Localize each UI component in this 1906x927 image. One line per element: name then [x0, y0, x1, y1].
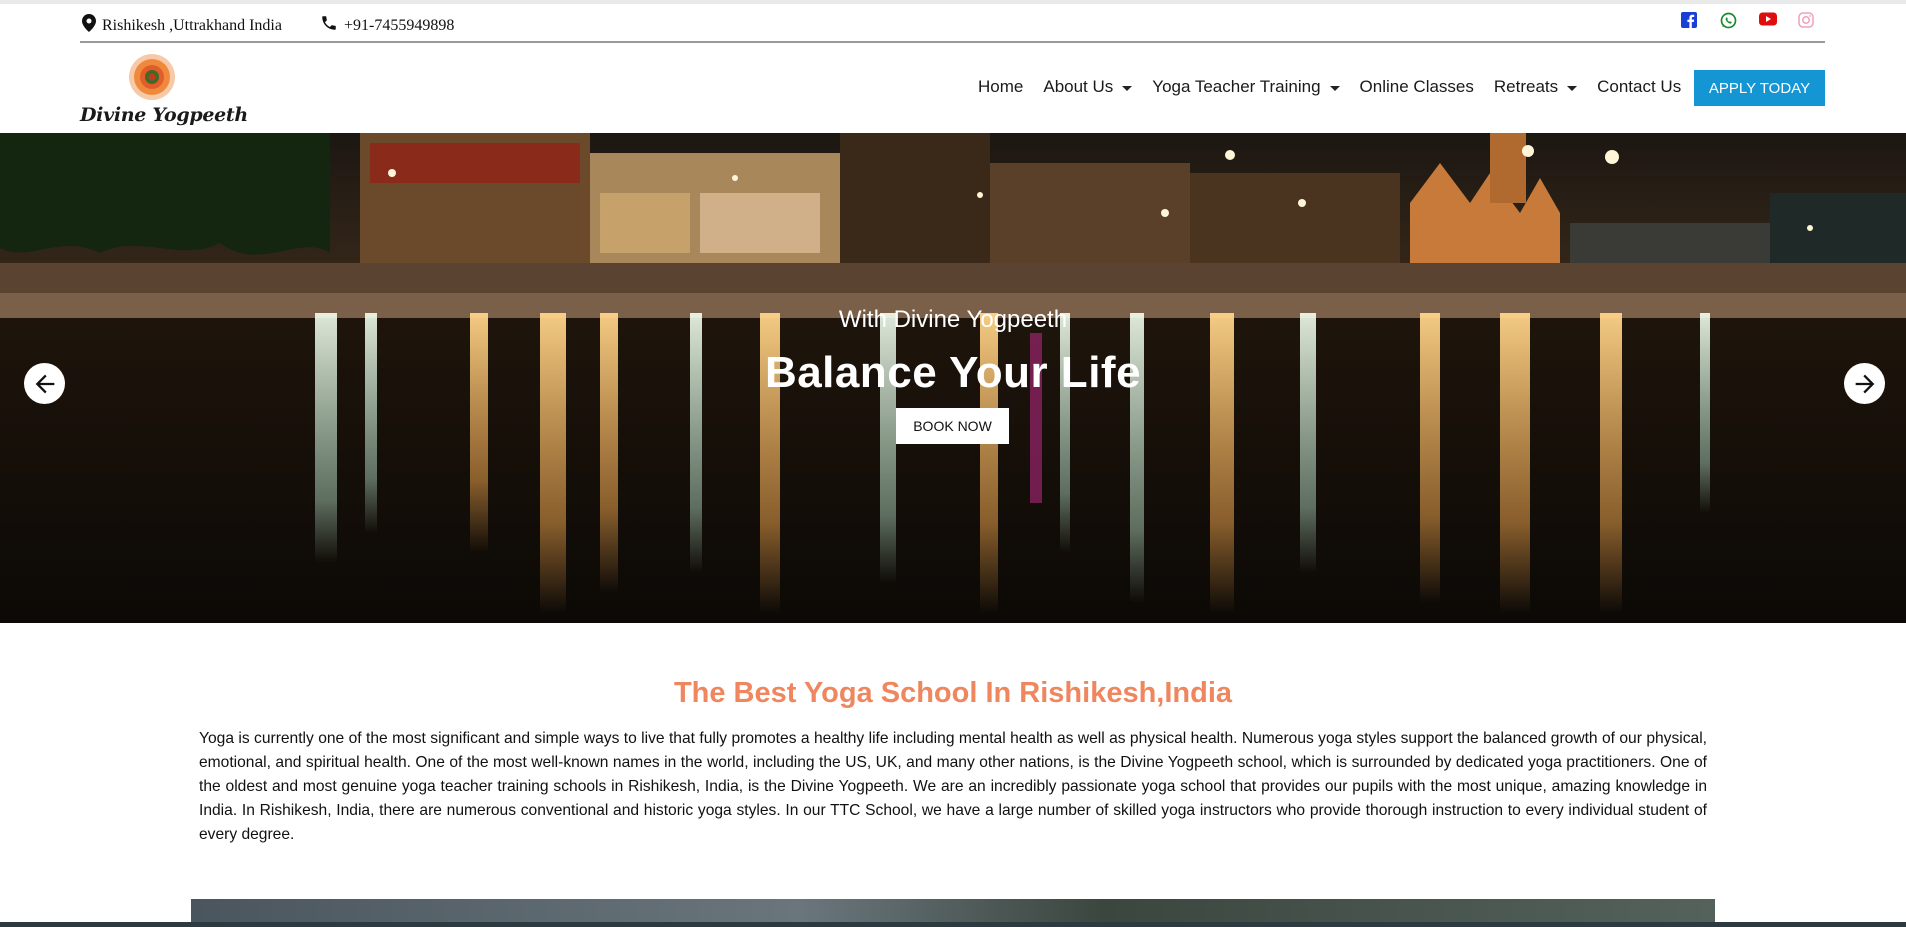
chevron-down-icon: [1122, 85, 1133, 91]
chevron-down-icon: [1567, 85, 1578, 91]
nav-retreats-label: Retreats: [1493, 77, 1559, 96]
instagram-icon[interactable]: [1798, 12, 1817, 31]
page: Rishikesh ,Uttrakhand India +91-74559498…: [0, 0, 1906, 927]
arrow-right-icon: [1855, 374, 1874, 393]
top-contact-bar: Rishikesh ,Uttrakhand India +91-74559498…: [80, 4, 1825, 43]
site-logo[interactable]: Divine Yogpeeth: [80, 49, 248, 129]
nav-yoga-teacher-training-label: Yoga Teacher Training: [1152, 77, 1321, 96]
nav-online-classes[interactable]: Online Classes: [1360, 77, 1474, 97]
nav-contact-us-label: Contact Us: [1597, 77, 1682, 96]
chevron-down-icon: [1329, 85, 1340, 91]
nav-contact-us[interactable]: Contact Us: [1597, 77, 1681, 97]
phone-text: +91-7455949898: [344, 16, 455, 34]
nav-home[interactable]: Home: [978, 77, 1023, 97]
intro-paragraph: Yoga is currently one of the most signif…: [199, 730, 1707, 843]
main-navigation: Home About Us Yoga Teacher Training Onli…: [978, 77, 1701, 97]
map-pin-icon: [82, 14, 96, 37]
nav-retreats[interactable]: Retreats: [1493, 77, 1578, 97]
youtube-icon[interactable]: [1759, 12, 1778, 31]
phone-info[interactable]: +91-7455949898: [320, 14, 454, 37]
bottom-strip: [0, 922, 1906, 927]
location-text: Rishikesh ,Uttrakhand India: [102, 16, 282, 34]
book-now-button[interactable]: BOOK NOW: [896, 408, 1009, 444]
logo-text: Divine Yogpeeth: [80, 104, 248, 126]
whatsapp-icon[interactable]: [1720, 12, 1739, 31]
nav-about-us[interactable]: About Us: [1043, 77, 1133, 97]
phone-icon: [320, 14, 338, 37]
slider-next-button[interactable]: [1844, 363, 1885, 404]
hero-title: Balance Your Life: [764, 348, 1142, 397]
social-links: [1681, 12, 1817, 31]
apply-today-button[interactable]: APPLY TODAY: [1694, 70, 1825, 106]
intro-heading: The Best Yoga School In Rishikesh,India: [673, 677, 1233, 709]
slider-prev-button[interactable]: [24, 363, 65, 404]
nav-yoga-teacher-training[interactable]: Yoga Teacher Training: [1152, 77, 1340, 97]
main-header: Divine Yogpeeth Home About Us Yoga Teach…: [0, 45, 1906, 133]
hero-slider: With Divine Yogpeeth Balance Your Life B…: [0, 133, 1906, 623]
location-info: Rishikesh ,Uttrakhand India: [82, 14, 282, 37]
nav-home-label: Home: [978, 77, 1024, 96]
nav-about-us-label: About Us: [1043, 77, 1114, 96]
facebook-icon[interactable]: [1681, 12, 1700, 31]
logo-mark-icon: [129, 54, 175, 100]
arrow-left-icon: [35, 374, 54, 393]
nav-online-classes-label: Online Classes: [1359, 77, 1474, 96]
hero-subtitle: With Divine Yogpeeth: [838, 306, 1068, 333]
